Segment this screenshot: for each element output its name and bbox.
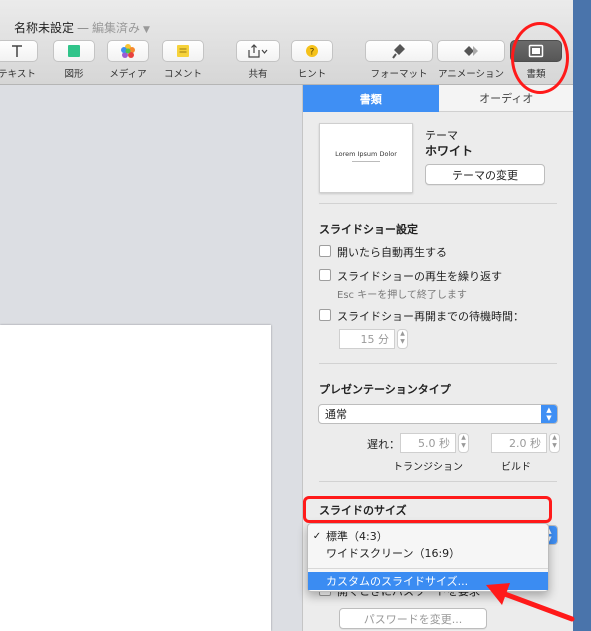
autoplay-checkbox[interactable] — [319, 245, 331, 257]
animate-button[interactable] — [437, 40, 505, 62]
edit-status: 編集済み — [92, 21, 141, 35]
restart-label: スライドショー再開までの待機時間： — [337, 310, 524, 323]
menu-item-standard[interactable]: ✓ 標準（4:3） — [308, 527, 548, 545]
restart-checkbox[interactable] — [319, 309, 331, 321]
chevron-down-icon[interactable]: ▼ — [143, 25, 150, 35]
checkmark-icon: ✓ — [312, 530, 322, 542]
media-button[interactable] — [107, 40, 149, 62]
media-icon — [121, 44, 135, 58]
menu-item-widescreen[interactable]: ワイドスクリーン（16:9） — [308, 544, 548, 562]
tab-document[interactable]: 書類 — [303, 85, 439, 112]
share-label: 共有 — [248, 69, 268, 80]
loop-label: スライドショーの再生を繰り返す — [337, 270, 502, 283]
transition-delay-field[interactable]: 5.0 秒 — [400, 433, 456, 453]
highlight-box — [303, 496, 552, 523]
build-delay-field[interactable]: 2.0 秒 — [491, 433, 547, 453]
comment-label: コメント — [163, 69, 203, 80]
divider — [319, 481, 557, 482]
document-name: 名称未設定 — [14, 21, 75, 35]
share-button[interactable] — [236, 40, 280, 62]
document-title[interactable]: 名称未設定 — 編集済み ▼ — [14, 19, 150, 36]
theme-name: ホワイト — [425, 144, 474, 158]
divider — [319, 363, 557, 364]
format-icon — [392, 44, 405, 59]
menu-item-label: カスタムのスライドサイズ... — [326, 575, 469, 588]
loop-checkbox[interactable] — [319, 269, 331, 281]
format-button[interactable] — [365, 40, 433, 62]
title-separator: — — [77, 21, 90, 35]
autoplay-label: 開いたら自動再生する — [337, 246, 447, 259]
theme-thumbnail-title: Lorem Ipsum Dolor — [335, 150, 397, 158]
build-delay-stepper[interactable]: ▲ ▼ — [549, 433, 560, 453]
build-label: ビルド — [501, 462, 531, 473]
slide[interactable] — [0, 325, 271, 631]
loop-hint: Esc キーを押して終了します — [337, 290, 467, 301]
change-theme-button[interactable]: テーマの変更 — [425, 164, 545, 185]
svg-text:?: ? — [310, 48, 315, 58]
theme-label: テーマ — [425, 129, 458, 142]
slideshow-heading: スライドショー設定 — [319, 223, 418, 236]
delay-label: 遅れ： — [367, 438, 400, 451]
shape-icon — [68, 45, 80, 57]
shape-label: 図形 — [64, 69, 84, 80]
restart-minutes-stepper[interactable]: ▲ ▼ — [397, 329, 408, 349]
presentation-type-popup[interactable]: 通常 ▲ ▼ — [318, 404, 558, 424]
shape-button[interactable] — [53, 40, 95, 62]
media-label: メディア — [109, 69, 147, 80]
transition-label: トランジション — [393, 462, 463, 473]
tips-button[interactable]: ? — [291, 40, 333, 62]
comment-button[interactable] — [162, 40, 204, 62]
animate-icon — [464, 46, 478, 56]
transition-delay-stepper[interactable]: ▲ ▼ — [458, 433, 469, 453]
title-toolbar: 名称未設定 — 編集済み ▼ テキスト 図形 メディア コメント 共有 ? ヒン… — [0, 0, 573, 85]
theme-thumbnail[interactable]: Lorem Ipsum Dolor — [319, 123, 413, 193]
annotation-arrow-icon — [486, 583, 575, 622]
text-icon — [12, 45, 22, 57]
format-label: フォーマット — [370, 69, 428, 80]
slide-canvas[interactable] — [0, 85, 302, 631]
presentation-type-heading: プレゼンテーションタイプ — [319, 383, 451, 396]
presentation-type-value: 通常 — [325, 408, 347, 421]
tips-icon: ? — [306, 45, 318, 58]
theme-thumbnail-subtitle-line — [352, 161, 380, 162]
menu-item-label: ワイドスクリーン（16:9） — [326, 547, 461, 560]
text-label: テキスト — [0, 69, 36, 80]
menu-separator — [308, 568, 548, 569]
tips-label: ヒント — [297, 69, 327, 80]
comment-icon — [177, 45, 189, 57]
restart-minutes-field[interactable]: 15 分 — [339, 329, 395, 349]
share-icon — [248, 44, 268, 58]
divider — [319, 203, 557, 204]
change-password-button[interactable]: パスワードを変更... — [339, 608, 487, 629]
animate-label: アニメーション — [437, 69, 505, 80]
text-button[interactable] — [0, 40, 38, 62]
highlight-circle — [511, 22, 569, 94]
menu-item-label: 標準（4:3） — [326, 530, 388, 543]
popup-arrows-icon: ▲▼ — [541, 405, 557, 423]
